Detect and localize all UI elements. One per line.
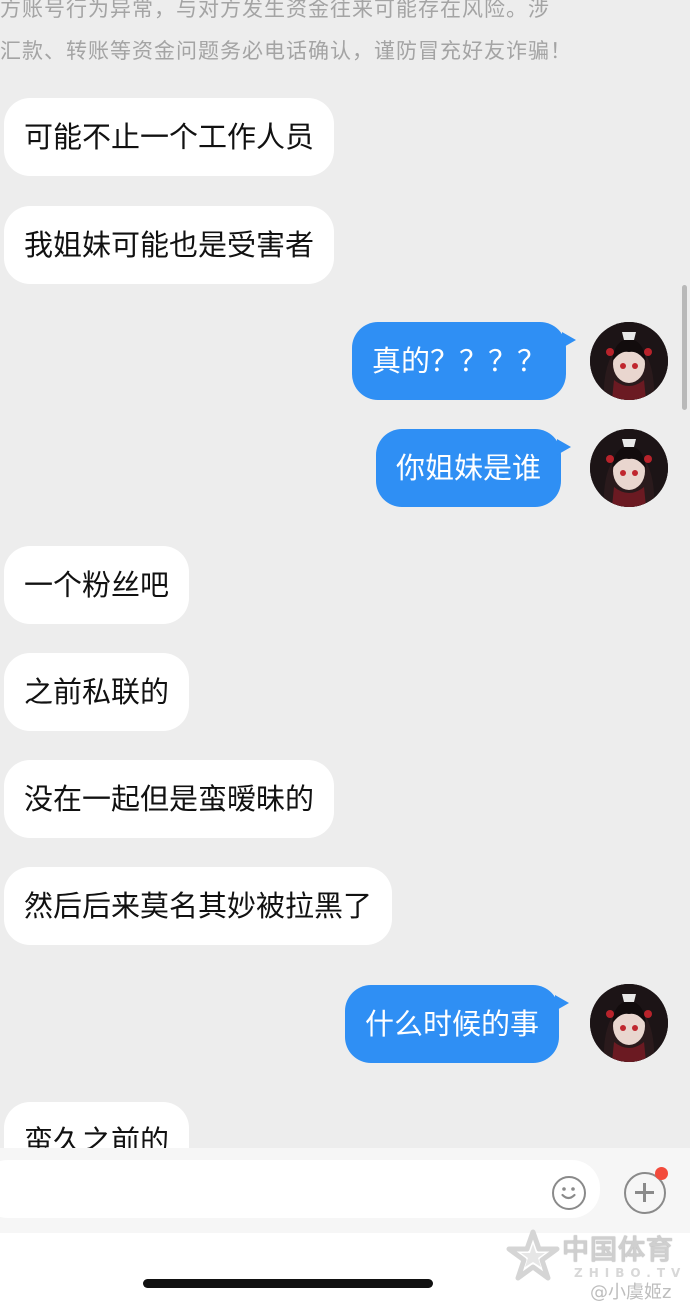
home-indicator[interactable] [143, 1279, 433, 1288]
chat-scrollbar[interactable] [682, 285, 687, 410]
security-notice: 方账号行为异常，与对方发生资金往来可能存在风险。涉 汇款、转账等资金问题务必电话… [0, 0, 640, 72]
smiley-face-glyph [561, 1187, 576, 1200]
message-bubble-outgoing[interactable]: 真的？？？？ [352, 322, 577, 400]
message-text: 然后后来莫名其妙被拉黑了 [24, 889, 373, 923]
user-avatar[interactable] [590, 429, 668, 507]
avatar-image [590, 322, 668, 400]
message-text: 一个粉丝吧 [24, 568, 170, 602]
message-text: 你姐妹是谁 [396, 451, 542, 485]
notice-line-2: 汇款、转账等资金问题务必电话确认，谨防冒充好友诈骗！ [0, 39, 572, 63]
watermark-user: @小虞姬z [590, 1282, 672, 1303]
user-avatar[interactable] [590, 322, 668, 400]
input-bar [0, 1148, 690, 1233]
message-text: 我姐妹可能也是受害者 [24, 228, 315, 262]
user-avatar[interactable] [590, 984, 668, 1062]
watermark-star-logo-icon [506, 1229, 560, 1281]
notification-badge [655, 1167, 668, 1180]
message-bubble-incoming[interactable]: 一个粉丝吧 [4, 546, 190, 624]
watermark-brand: 中国体育 [562, 1235, 674, 1266]
message-text: 真的？？？？ [372, 344, 547, 378]
message-text: 之前私联的 [24, 675, 170, 709]
message-bubble-incoming[interactable]: 然后后来莫名其妙被拉黑了 [4, 867, 393, 945]
message-bubble-incoming[interactable]: 之前私联的 [4, 653, 190, 731]
avatar-image [590, 984, 668, 1062]
avatar-image [590, 429, 668, 507]
message-text: 没在一起但是蛮暧昧的 [24, 782, 315, 816]
message-input[interactable] [0, 1160, 600, 1218]
message-bubble-outgoing[interactable]: 什么时候的事 [345, 985, 570, 1063]
message-bubble-incoming[interactable]: 我姐妹可能也是受害者 [4, 206, 335, 284]
message-text: 可能不止一个工作人员 [24, 120, 315, 154]
message-bubble-outgoing[interactable]: 你姐妹是谁 [376, 429, 572, 507]
message-bubble-incoming[interactable]: 没在一起但是蛮暧昧的 [4, 760, 335, 838]
message-bubble-incoming[interactable]: 可能不止一个工作人员 [4, 98, 335, 176]
smiley-icon[interactable] [552, 1176, 586, 1210]
message-text: 什么时候的事 [365, 1007, 540, 1041]
notice-line-1: 方账号行为异常，与对方发生资金往来可能存在风险。涉 [0, 0, 550, 21]
